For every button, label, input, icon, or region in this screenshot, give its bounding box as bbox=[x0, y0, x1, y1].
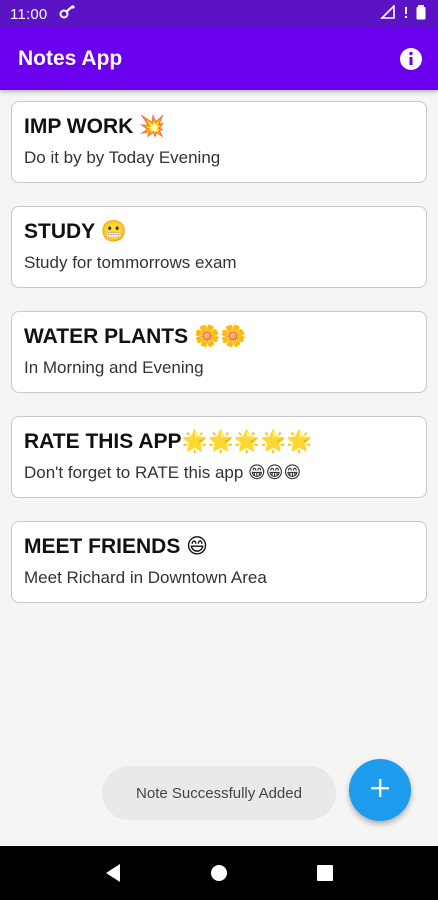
back-icon[interactable] bbox=[93, 853, 133, 893]
notes-list: IMP WORK 💥 Do it by by Today Evening STU… bbox=[11, 101, 427, 626]
navigation-bar bbox=[0, 846, 438, 900]
note-card[interactable]: MEET FRIENDS 😄 Meet Richard in Downtown … bbox=[11, 521, 427, 603]
wifi-icon bbox=[380, 3, 396, 24]
note-card[interactable]: IMP WORK 💥 Do it by by Today Evening bbox=[11, 101, 427, 183]
status-time: 11:00 bbox=[10, 5, 48, 23]
note-description: In Morning and Evening bbox=[24, 358, 204, 377]
home-icon[interactable] bbox=[199, 853, 239, 893]
note-description: Meet Richard in Downtown Area bbox=[24, 568, 267, 587]
toast-message: Note Successfully Added bbox=[102, 766, 336, 820]
note-description: Study for tommorrows exam bbox=[24, 253, 237, 272]
notification-icon bbox=[59, 4, 76, 24]
note-title: WATER PLANTS 🌼🌼 bbox=[24, 325, 247, 348]
battery-icon bbox=[416, 4, 426, 25]
app-title: Notes App bbox=[18, 47, 123, 70]
note-title: RATE THIS APP🌟🌟🌟🌟🌟 bbox=[24, 430, 313, 453]
signal-icon bbox=[402, 5, 410, 24]
add-note-button[interactable] bbox=[349, 759, 411, 821]
info-icon[interactable] bbox=[398, 46, 424, 72]
note-title: IMP WORK 💥 bbox=[24, 115, 166, 138]
status-bar: 11:00 bbox=[0, 0, 438, 28]
app-bar: Notes App bbox=[0, 28, 438, 90]
note-title: MEET FRIENDS 😄 bbox=[24, 535, 209, 558]
note-description: Don't forget to RATE this app 😁😁😁 bbox=[24, 463, 302, 482]
note-title: STUDY 😬 bbox=[24, 220, 127, 243]
note-card[interactable]: STUDY 😬 Study for tommorrows exam bbox=[11, 206, 427, 288]
note-card[interactable]: WATER PLANTS 🌼🌼 In Morning and Evening bbox=[11, 311, 427, 393]
recents-icon[interactable] bbox=[305, 853, 345, 893]
note-card[interactable]: RATE THIS APP🌟🌟🌟🌟🌟 Don't forget to RATE … bbox=[11, 416, 427, 498]
note-description: Do it by by Today Evening bbox=[24, 148, 221, 167]
add-icon bbox=[369, 777, 391, 804]
